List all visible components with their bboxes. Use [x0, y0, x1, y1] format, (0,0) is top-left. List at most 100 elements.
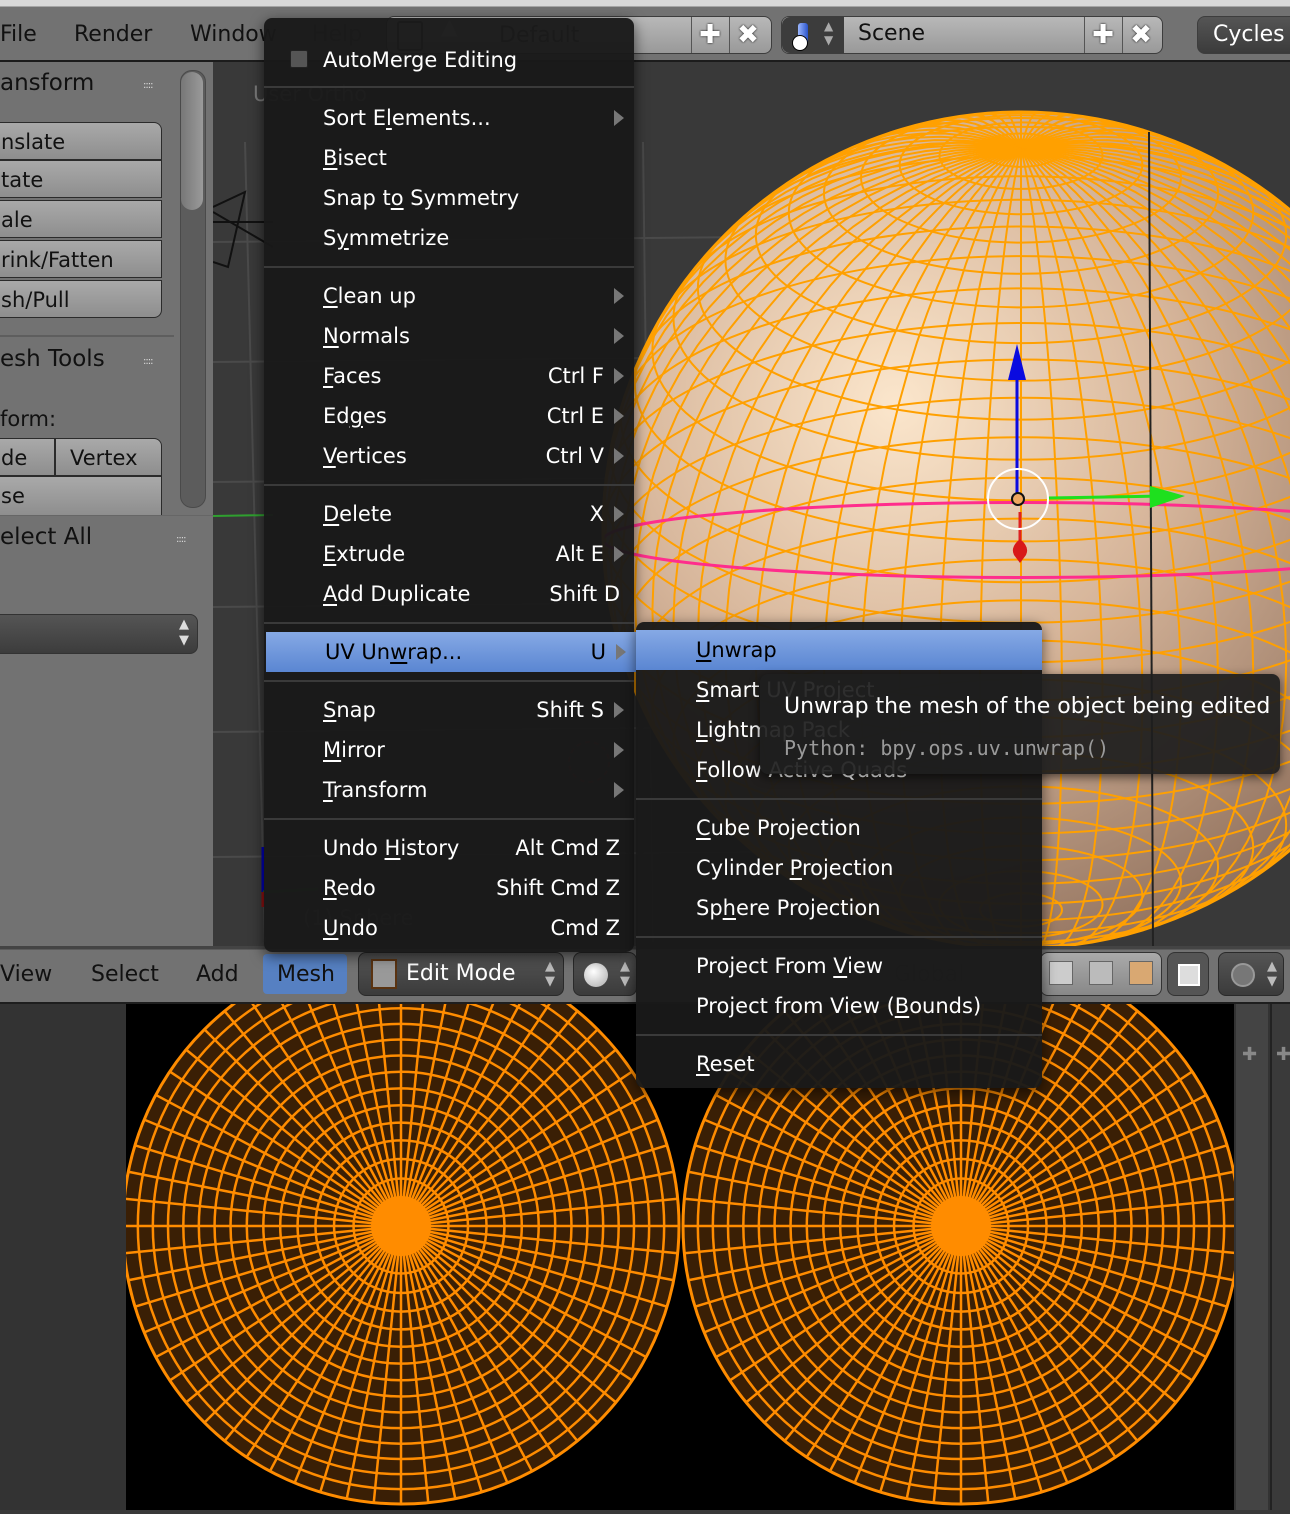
label-part: H	[384, 836, 401, 860]
menu-item-shortcut: Alt Cmd Z	[515, 836, 620, 860]
menu-item-delete[interactable]: Delete X	[264, 494, 634, 534]
menu-item-edges[interactable]: Edges Ctrl E	[264, 396, 634, 436]
menu-render[interactable]: Render	[74, 22, 152, 47]
menu-item-label: Transform	[323, 778, 427, 802]
menu-item-label: Cube Projection	[696, 816, 861, 840]
menu-item-uv-unwrap[interactable]: UV Unwrap... U	[266, 632, 636, 672]
menu-item-transform[interactable]: Transform	[264, 770, 634, 810]
menu-item-faces[interactable]: Faces Ctrl F	[264, 356, 634, 396]
close-icon: ✖	[1130, 20, 1152, 50]
viewport-shading-dropdown[interactable]: ▲ ▼	[573, 952, 637, 996]
shrink-fatten-button[interactable]: rink/Fatten	[0, 240, 162, 278]
menu-item-snap-to-symmetry[interactable]: Snap to Symmetry	[264, 178, 634, 218]
label-part: C	[696, 816, 711, 840]
menu-item-vertices[interactable]: Vertices Ctrl V	[264, 436, 634, 476]
panel-grip-icon[interactable]: ::::	[143, 356, 154, 367]
label-part: ements...	[391, 106, 491, 130]
delete-scene-button[interactable]: ✖	[1122, 17, 1159, 53]
label-part: UV Un	[325, 640, 391, 664]
menu-mesh-label: Mesh	[277, 962, 335, 987]
menu-item-label: Symmetrize	[323, 226, 449, 250]
label-part: V	[323, 444, 336, 468]
mode-value: Edit Mode	[406, 961, 516, 986]
label-part: aces	[333, 364, 382, 388]
label-part: ounds)	[909, 994, 982, 1018]
uv-menu-item-cube-projection[interactable]: Cube Projection	[636, 808, 1042, 848]
plus-icon[interactable]: ✚	[1276, 1044, 1290, 1065]
plus-icon[interactable]: ✚	[1242, 1044, 1257, 1065]
menu-item-add-duplicate[interactable]: Add Duplicate Shift D	[264, 574, 634, 614]
select-mode-buttons[interactable]	[1040, 952, 1162, 996]
menu-item-undo[interactable]: Undo Cmd Z	[264, 908, 634, 948]
menu-item-sort-elements[interactable]: Sort Elements...	[264, 98, 634, 138]
menu-item-label: Undo History	[323, 836, 459, 860]
noise-button[interactable]: se	[0, 476, 162, 516]
add-screen-button[interactable]: ✚	[691, 17, 728, 53]
menu-item-mirror[interactable]: Mirror	[264, 730, 634, 770]
proportional-edit-dropdown[interactable]: ▲ ▼	[1218, 952, 1284, 996]
menu-add[interactable]: Add	[196, 962, 239, 987]
menu-item-shortcut: Alt E	[555, 542, 604, 566]
face-select-icon[interactable]	[1129, 961, 1153, 985]
proportional-edit-icon	[1231, 963, 1255, 987]
mode-dropdown[interactable]: Edit Mode ▲ ▼	[358, 952, 564, 996]
automerge-label: AutoMerge Editing	[323, 48, 518, 72]
limit-selection-button[interactable]	[1167, 952, 1209, 996]
menu-item-clean-up[interactable]: Clean up	[264, 276, 634, 316]
uv-menu-item-cylinder-projection[interactable]: Cylinder Projection	[636, 848, 1042, 888]
menu-item-shortcut: U	[590, 640, 606, 664]
menu-item-undo-history[interactable]: Undo History Alt Cmd Z	[264, 828, 634, 868]
redo-panel-title[interactable]: elect All	[0, 524, 92, 550]
translate-button[interactable]: nslate	[0, 122, 162, 160]
add-scene-button[interactable]: ✚	[1084, 17, 1121, 53]
transform-panel-title[interactable]: ansform	[0, 70, 94, 96]
menu-item-bisect[interactable]: Bisect	[264, 138, 634, 178]
label-part: Snap t	[323, 186, 391, 210]
scene-icon-button[interactable]: ▲ ▼	[782, 17, 844, 53]
vertex-select-icon[interactable]	[1049, 961, 1073, 985]
menu-file[interactable]: File	[0, 22, 37, 47]
uv-menu-item-sphere-projection[interactable]: Sphere Projection	[636, 888, 1042, 928]
label-part: es	[362, 404, 387, 428]
slide-edge-button[interactable]: de Ed	[0, 438, 55, 508]
mesh-tools-panel-title[interactable]: esh Tools	[0, 346, 105, 372]
scale-button[interactable]: ale	[0, 200, 162, 238]
submenu-arrow-icon	[614, 782, 624, 798]
uv-pole	[371, 1196, 431, 1256]
menu-item-label: Sort Elements...	[323, 106, 491, 130]
menu-item-symmetrize[interactable]: Symmetrize	[264, 218, 634, 258]
vertex-button[interactable]: Vertex	[55, 438, 162, 476]
menu-select[interactable]: Select	[91, 962, 159, 987]
menu-item-label: Extrude	[323, 542, 405, 566]
menu-item-label: Sphere Projection	[696, 896, 881, 920]
menu-item-snap[interactable]: Snap Shift S	[264, 690, 634, 730]
menu-mesh[interactable]: Mesh	[263, 954, 347, 994]
uv-menu-item-unwrap[interactable]: Unwrap	[636, 630, 1042, 670]
submenu-arrow-icon	[614, 702, 624, 718]
panel-grip-icon[interactable]: ::::	[176, 534, 187, 545]
menu-item-extrude[interactable]: Extrude Alt E	[264, 534, 634, 574]
checkbox-icon[interactable]	[290, 50, 308, 68]
delete-screen-button[interactable]: ✖	[729, 17, 766, 53]
uv-menu-item-project-from-view-bounds[interactable]: Project from View (Bounds)	[636, 986, 1042, 1026]
label-part: Undo	[323, 836, 385, 860]
push-pull-button[interactable]: sh/Pull	[0, 280, 162, 318]
automerge-editing-toggle[interactable]: AutoMerge Editing	[264, 40, 634, 80]
scene-selector[interactable]: ▲ ▼ Scene ✚ ✖	[781, 16, 1163, 54]
uv-menu-item-project-from-view[interactable]: Project From View	[636, 946, 1042, 986]
menu-item-redo[interactable]: Redo Shift Cmd Z	[264, 868, 634, 908]
render-engine-dropdown[interactable]: Cycles	[1197, 16, 1290, 54]
menu-item-normals[interactable]: Normals	[264, 316, 634, 356]
up-down-arrows-icon: ▲ ▼	[620, 959, 630, 989]
rotate-button[interactable]: tate	[0, 160, 162, 198]
action-dropdown[interactable]: ▲ ▼	[0, 614, 198, 654]
scene-name[interactable]: Scene	[858, 21, 925, 46]
toolshelf-scroll-thumb[interactable]	[181, 72, 203, 210]
menu-view[interactable]: View	[0, 962, 52, 987]
up-down-arrows-icon: ▲ ▼	[179, 617, 189, 648]
panel-grip-icon[interactable]: ::::	[143, 80, 154, 91]
uv-menu-item-reset[interactable]: Reset	[636, 1044, 1042, 1084]
edge-select-icon[interactable]	[1089, 961, 1113, 985]
uv-tool-region: ✚	[1270, 1004, 1290, 1510]
label-part: iew	[847, 954, 884, 978]
